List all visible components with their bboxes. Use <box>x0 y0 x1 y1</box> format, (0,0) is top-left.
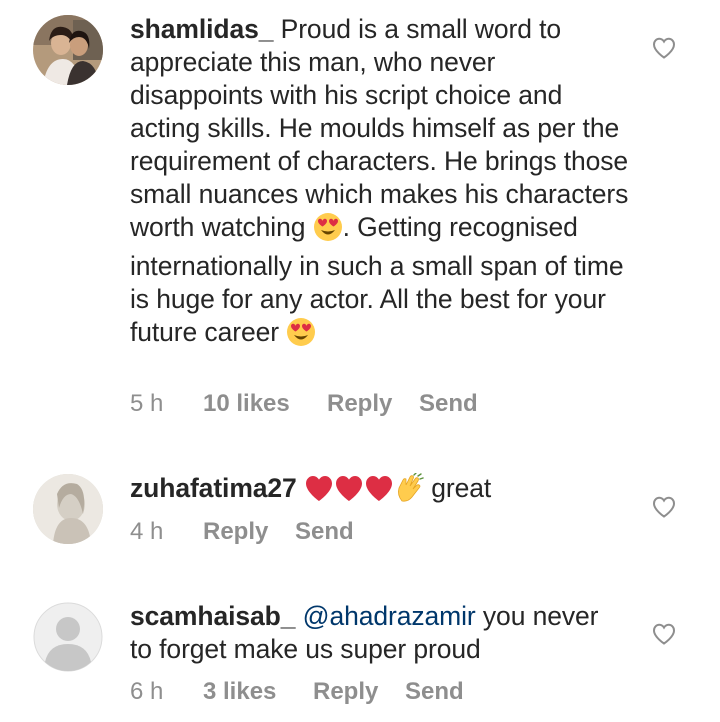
avatar[interactable] <box>33 474 103 544</box>
avatar[interactable] <box>33 602 103 672</box>
comment-time: 6 h <box>130 678 164 705</box>
comment-username[interactable]: scamhaisab_ <box>130 601 295 631</box>
comment-time: 5 h <box>130 390 164 417</box>
reply-button[interactable]: Reply <box>327 390 392 418</box>
comment-text: scamhaisab_ @ahadrazamir you never to fo… <box>130 600 620 666</box>
reply-button[interactable]: Reply <box>203 518 268 546</box>
heart-eyes-emoji-icon <box>313 212 343 250</box>
red-heart-emoji-icon <box>364 475 394 511</box>
comment-item-zuhafatima27: zuhafatima27 great 4 h Reply Send <box>0 430 720 580</box>
comment-time: 4 h <box>130 518 164 545</box>
clapping-hands-emoji-icon <box>394 472 424 511</box>
likes-count[interactable]: 10 likes <box>203 390 290 418</box>
comment-text: zuhafatima27 great <box>130 472 650 511</box>
avatar[interactable] <box>33 15 103 85</box>
comment-username[interactable]: shamlidas_ <box>130 14 273 44</box>
send-button[interactable]: Send <box>295 518 354 546</box>
comment-username[interactable]: zuhafatima27 <box>130 473 297 503</box>
send-button[interactable]: Send <box>419 390 478 418</box>
comment-text: shamlidas_ Proud is a small word to appr… <box>130 13 630 355</box>
comment-body: great <box>431 473 492 503</box>
red-heart-emoji-icon <box>334 475 364 511</box>
profile-photo-blurred-icon <box>33 474 103 544</box>
profile-photo-couple-icon <box>33 15 103 85</box>
default-avatar-icon <box>33 602 103 672</box>
send-button[interactable]: Send <box>405 678 464 706</box>
like-heart-icon[interactable] <box>652 37 676 59</box>
likes-count[interactable]: 3 likes <box>203 678 276 706</box>
comment-item-scamhaisab: scamhaisab_ @ahadrazamir you never to fo… <box>0 580 720 722</box>
red-heart-emoji-icon <box>304 475 334 511</box>
like-heart-icon[interactable] <box>652 496 676 518</box>
comment-body-part-1: Proud is a small word to appreciate this… <box>130 14 629 242</box>
comment-item-shamlidas: shamlidas_ Proud is a small word to appr… <box>0 0 720 430</box>
heart-eyes-emoji-icon <box>286 317 316 355</box>
like-heart-icon[interactable] <box>652 623 676 645</box>
mention-link[interactable]: @ahadrazamir <box>303 601 476 631</box>
reply-button[interactable]: Reply <box>313 678 378 706</box>
